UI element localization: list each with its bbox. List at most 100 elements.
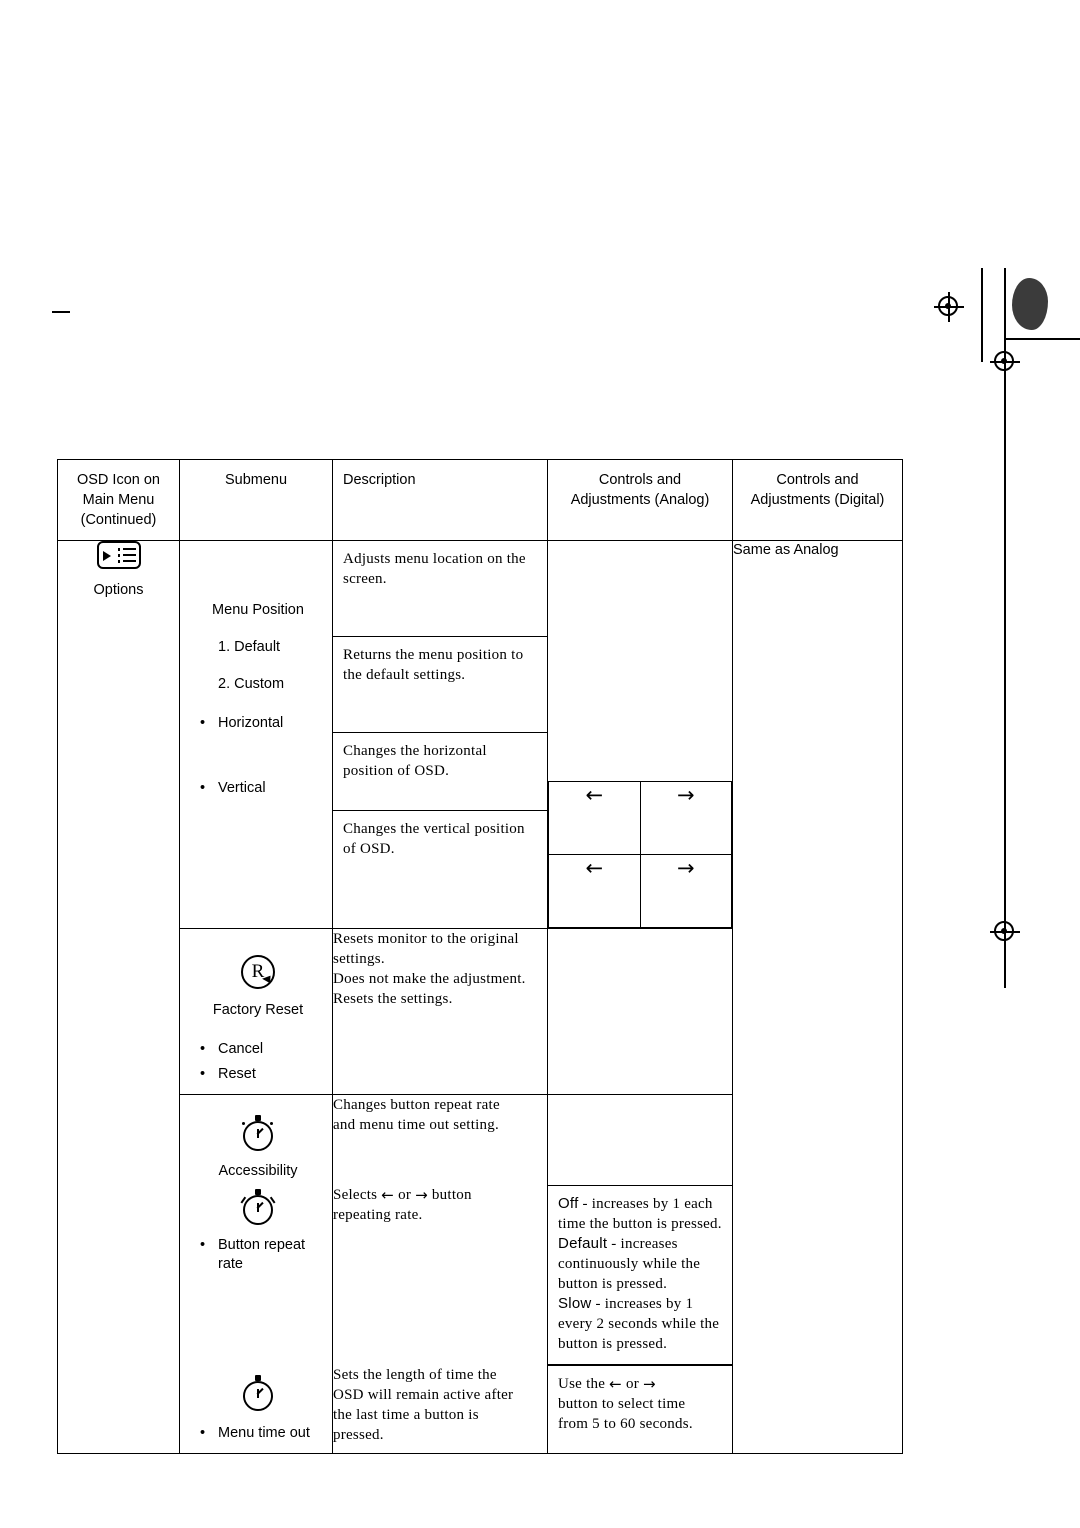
menu-time-out-icon-wrap [194,1375,322,1416]
horizontal-left-button[interactable]: ← [548,781,641,855]
factory-reset-analog-cell [547,928,733,1095]
accessibility-desc-line1: Changes button repeat rate [333,1097,500,1113]
button-repeat-rate-icon [240,1189,276,1225]
accessibility-submenu-cell: Accessibility [179,1094,333,1185]
factory-reset-label: Factory Reset [212,1002,304,1018]
desc-horizontal-line2: position of OSD. [343,763,450,779]
arrow-right-icon: → [676,783,695,807]
submenu-item-default[interactable]: 1. Default [194,638,322,657]
accessibility-desc-line2: and menu time out setting. [333,1117,500,1133]
button-repeat-icon-wrap [194,1189,322,1230]
accessibility-icon-wrap [194,1115,322,1156]
accessibility-label: Accessibility [218,1163,298,1179]
options-digital-cell: Same as Analog [732,540,903,1454]
vertical-left-button[interactable]: ← [548,854,641,928]
header-controls-digital: Controls and Adjustments (Digital) [732,459,903,541]
registration-mark-top [934,292,964,322]
vertical-right-button[interactable]: → [639,854,732,928]
menu-position-label: Menu Position [212,602,304,618]
options-description-cell: Adjusts menu location on the screen. Ret… [332,540,548,929]
arrow-right-icon-4: → [642,1374,656,1393]
crop-line-vertical-2 [1004,268,1006,340]
accessibility-icon [241,1115,275,1151]
accessibility-description-cell: Changes button repeat rate and menu time… [332,1094,548,1185]
menu-time-out-submenu-cell: Menu time out [179,1365,333,1454]
trim-dash-left [52,311,70,313]
desc-or: or [398,1187,412,1203]
options-icon [96,541,141,569]
option-off[interactable]: Off - increases by 1 each time the butto… [558,1194,722,1234]
option-default[interactable]: Default - increases continuously while t… [558,1234,722,1294]
factory-reset-desc-line2: Does not make the adjustment. [333,971,526,987]
factory-reset-icon: R [241,955,275,989]
button-repeat-label-line1: Button repeat [218,1237,306,1253]
adj-or: or [625,1375,639,1392]
button-repeat-submenu-cell: • Button repeat rate [179,1185,333,1365]
button-repeat-analog-cell: Off - increases by 1 each time the butto… [547,1184,733,1365]
menu-time-out-description-cell: Sets the length of time the OSD will rem… [332,1365,548,1454]
desc-horizontal: Changes the horizontal position of OSD. [333,733,547,810]
desc-pre: Selects [333,1187,378,1203]
header-controls-analog: Controls and Adjustments (Analog) [547,459,733,541]
desc-vertical: Changes the vertical position of OSD. [333,811,547,888]
options-submenu-cell: Menu Position 1. Default 2. Custom Horiz… [179,540,333,929]
factory-reset-description-cell: Resets monitor to the original settings.… [332,928,548,1095]
crop-line-vertical [981,268,983,362]
desc-post: button [431,1187,472,1203]
horizontal-right-button[interactable]: → [639,781,732,855]
crop-line-vertical-3 [1004,338,1006,988]
arrow-left-icon-3: ← [381,1186,395,1204]
menu-time-out-desc-line4: pressed. [333,1427,384,1443]
option-off-text: - increases by 1 each time the button is… [558,1195,722,1232]
table-header-row: OSD Icon on Main Menu (Continued) Submen… [57,459,903,541]
osd-options-table: OSD Icon on Main Menu (Continued) Submen… [57,459,903,1454]
submenu-item-custom[interactable]: 2. Custom [194,675,322,694]
arrow-grid: ← → ← → [548,781,732,928]
header-controls-analog-line1: Controls and [598,472,682,488]
arrow-right-icon-3: → [415,1186,428,1204]
button-repeat-options-box: Off - increases by 1 each time the butto… [548,1184,732,1365]
option-slow[interactable]: Slow - increases by 1 every 2 seconds wh… [558,1294,722,1354]
arrow-left-icon: ← [585,783,604,807]
header-description-label: Description [343,472,416,488]
menu-time-out-adj-line1: Use the ← or → [558,1374,722,1394]
options-icon-label: Options [93,582,144,598]
submenu-item-horizontal[interactable]: Horizontal [194,714,322,733]
factory-reset-desc-line1: Resets monitor to the original settings. [333,931,519,967]
desc-menu-position: Adjusts menu location on the screen. [343,551,526,587]
button-repeat-description-cell: Selects ← or → button repeating rate. [332,1185,548,1365]
factory-reset-icon-wrap: R [194,955,322,994]
button-repeat-label: • Button repeat rate [194,1236,322,1274]
header-submenu: Submenu [179,459,333,541]
factory-reset-cancel[interactable]: Cancel [194,1040,322,1059]
ink-blob [1012,278,1048,330]
factory-reset-reset[interactable]: Reset [194,1065,322,1084]
digital-same-as-analog: Same as Analog [733,542,839,558]
header-controls-digital-line1: Controls and [776,472,859,488]
header-osd-icon-line1: OSD Icon on [76,472,160,488]
menu-time-out-desc-line1: Sets the length of time the [333,1367,497,1383]
submenu-item-vertical[interactable]: Vertical [194,779,322,798]
desc-default: Returns the menu position to the default… [343,647,524,683]
button-repeat-block: • Button repeat rate [180,1189,332,1284]
header-controls-digital-line2: Adjustments (Digital) [750,492,885,508]
menu-time-out-desc-line3: the last time a button is [333,1407,479,1423]
menu-time-out-label[interactable]: Menu time out [194,1424,322,1443]
header-osd-icon-line3: (Continued) [80,512,157,528]
crop-line-horizontal [1004,338,1080,340]
arrow-grid-row-horizontal: ← → [548,781,732,855]
menu-time-out-analog-cell: Use the ← or → button to select time fro… [547,1364,733,1454]
arrow-left-icon-4: ← [609,1374,622,1393]
options-submenu-block: Menu Position 1. Default 2. Custom Horiz… [180,541,332,808]
button-repeat-label-line2: rate [218,1256,243,1272]
desc-vertical-line2: of OSD. [343,841,395,857]
header-osd-icon-line2: Main Menu [82,492,155,508]
header-submenu-label: Submenu [224,472,288,488]
button-repeat-desc-line2: repeating rate. [333,1207,423,1223]
options-icon-cell: Options [57,540,180,1454]
header-description: Description [332,459,548,541]
header-controls-analog-line2: Adjustments (Analog) [570,492,710,508]
accessibility-block: Accessibility [180,1095,332,1185]
menu-time-out-block: Menu time out [180,1375,332,1453]
menu-time-out-adj-line2: button to select time [558,1395,686,1412]
